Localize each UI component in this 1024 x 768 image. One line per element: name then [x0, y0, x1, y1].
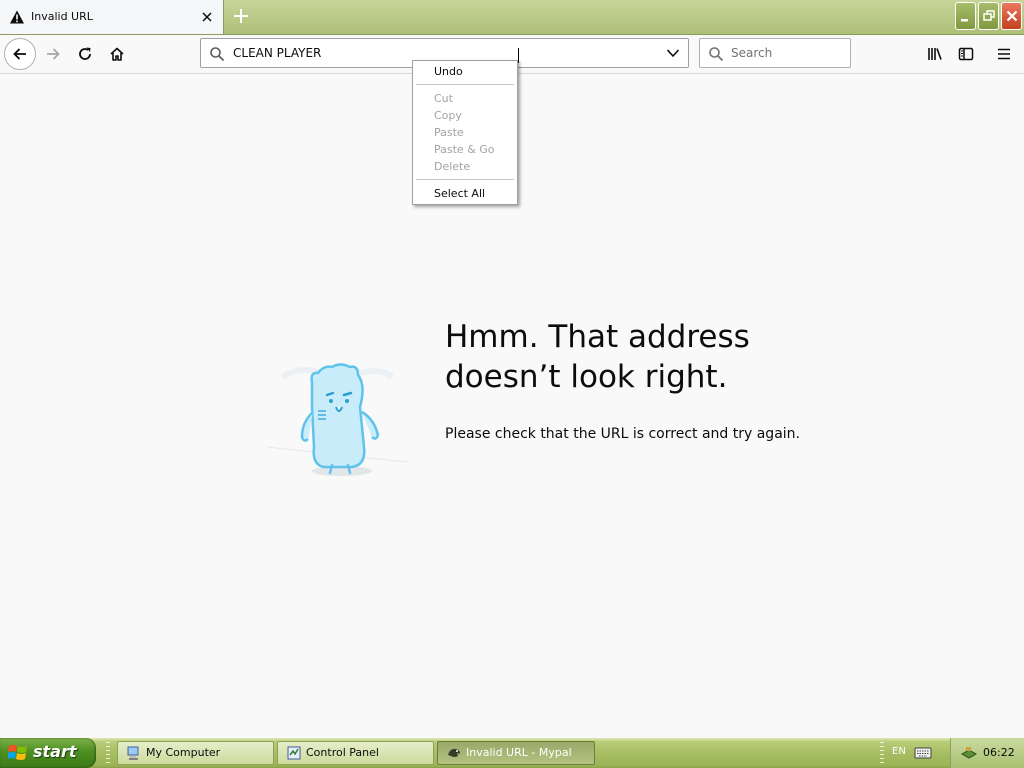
control-panel-icon: [287, 746, 301, 760]
arrow-left-icon: [13, 48, 26, 60]
tab-invalid-url[interactable]: Invalid URL: [0, 0, 224, 34]
windows-logo-icon: [8, 745, 27, 760]
taskbar-item-label: Invalid URL - Mypal: [466, 746, 572, 759]
url-input[interactable]: [233, 45, 653, 61]
forward-button[interactable]: [38, 39, 68, 69]
context-menu-delete[interactable]: Delete: [434, 159, 470, 175]
search-bar[interactable]: [699, 38, 851, 68]
close-tab-icon[interactable]: [199, 9, 215, 25]
back-button[interactable]: [4, 38, 36, 70]
text-caret: [518, 48, 519, 63]
hamburger-menu-icon: [998, 48, 1010, 60]
context-menu-copy[interactable]: Copy: [434, 108, 462, 124]
network-tray-icon[interactable]: [960, 745, 978, 761]
mypal-browser-icon: [448, 748, 460, 757]
taskbar-item-label: Control Panel: [306, 746, 379, 759]
sidebar-button[interactable]: [951, 39, 981, 69]
tab-strip: Invalid URL: [0, 0, 1024, 35]
reload-icon: [79, 47, 91, 60]
taskbar-item-my-computer[interactable]: My Computer: [117, 741, 274, 765]
context-menu-undo[interactable]: Undo: [434, 64, 463, 80]
context-menu-cut[interactable]: Cut: [434, 91, 453, 107]
home-icon: [110, 47, 124, 61]
minimize-icon: [961, 19, 968, 22]
toolbar-grip: [106, 742, 110, 764]
error-description: Please check that the URL is correct and…: [445, 426, 800, 442]
minimize-button[interactable]: [955, 2, 976, 30]
chevron-down-icon[interactable]: [666, 47, 680, 59]
search-input[interactable]: [731, 45, 841, 61]
search-icon: [709, 47, 724, 62]
start-button[interactable]: start: [0, 738, 96, 768]
open-menu-button[interactable]: [989, 39, 1019, 69]
taskbar-item-mypal[interactable]: Invalid URL - Mypal: [437, 741, 595, 765]
search-icon: [210, 47, 225, 62]
context-menu-paste[interactable]: Paste: [434, 125, 464, 141]
arrow-right-icon: [47, 48, 60, 60]
context-menu-paste-and-go[interactable]: Paste & Go: [434, 142, 495, 158]
reload-button[interactable]: [70, 39, 100, 69]
library-icon: [928, 48, 942, 60]
system-tray: 06:22: [950, 738, 1024, 768]
context-menu-select-all[interactable]: Select All: [434, 186, 485, 202]
menu-separator: [416, 84, 514, 85]
sidebar-icon: [958, 47, 974, 61]
warning-icon: [10, 10, 24, 24]
tab-title: Invalid URL: [31, 10, 93, 23]
toolbar-grip: [880, 742, 884, 764]
gopher-illustration: [266, 363, 408, 476]
language-indicator[interactable]: EN: [892, 746, 906, 757]
close-window-button[interactable]: [1001, 2, 1022, 30]
error-title: Hmm. That address doesn’t look right.: [445, 319, 750, 395]
keyboard-icon[interactable]: [914, 746, 932, 760]
restore-icon: [983, 10, 995, 21]
library-button[interactable]: [920, 39, 950, 69]
new-tab-icon[interactable]: [231, 6, 251, 26]
taskbar: start My Computer Control Panel Invalid …: [0, 738, 1024, 768]
taskbar-item-control-panel[interactable]: Control Panel: [277, 741, 434, 765]
context-menu: Undo Cut Copy Paste Paste & Go Delete Se…: [412, 60, 518, 205]
restore-button[interactable]: [978, 2, 999, 30]
start-label: start: [33, 742, 77, 761]
taskbar-item-label: My Computer: [146, 746, 221, 759]
clock: 06:22: [983, 746, 1015, 759]
computer-icon: [127, 746, 139, 760]
close-icon: [1006, 10, 1018, 22]
menu-separator: [416, 179, 514, 180]
home-button[interactable]: [102, 39, 132, 69]
